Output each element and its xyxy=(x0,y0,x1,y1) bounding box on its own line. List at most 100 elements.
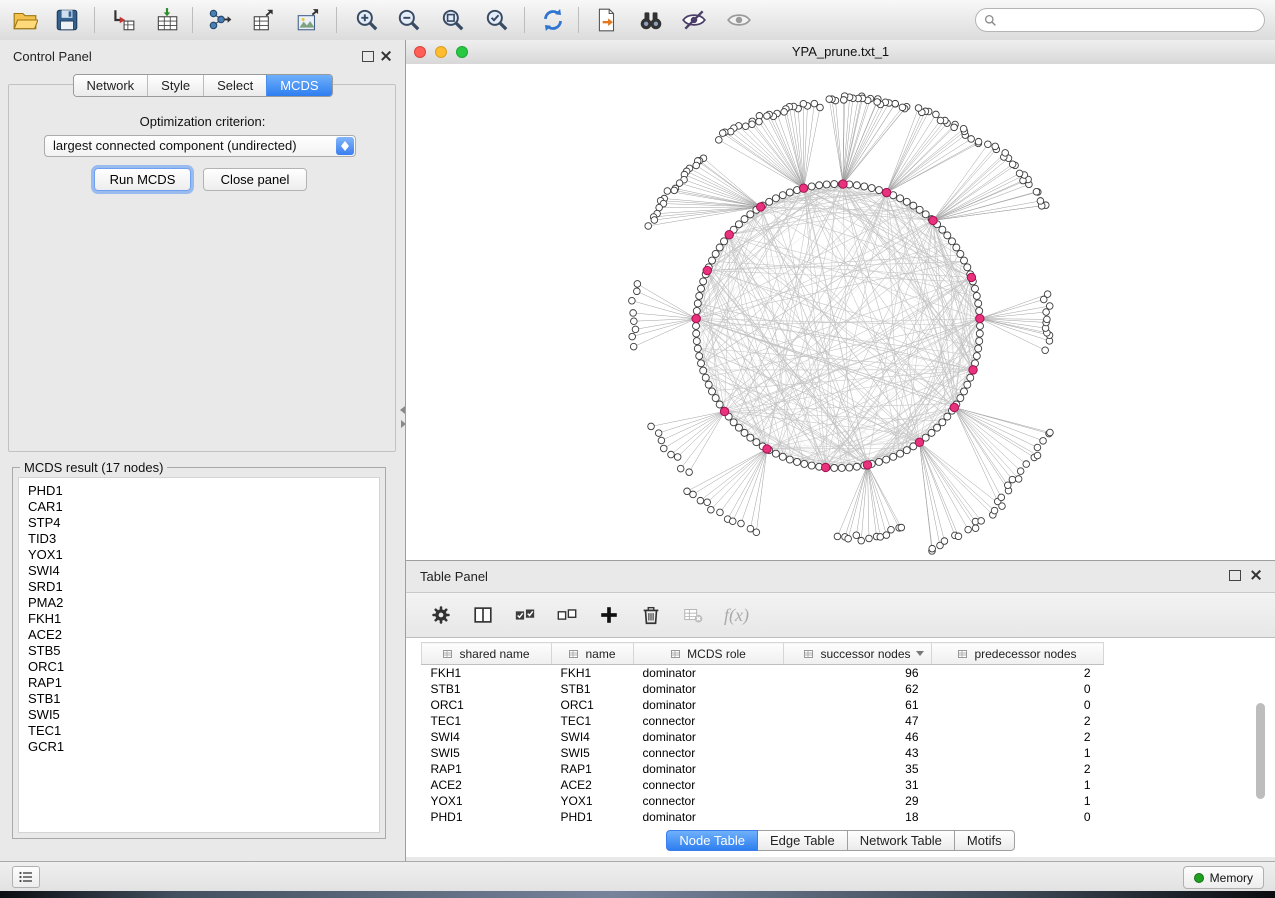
zoom-out-button[interactable] xyxy=(390,3,428,37)
task-history-button[interactable] xyxy=(12,866,40,888)
table-row[interactable]: YOX1YOX1connector291 xyxy=(422,793,1253,809)
table-bottom-tabs: Node Table Edge Table Network Table Moti… xyxy=(406,830,1275,851)
column-menu-icon xyxy=(958,649,969,659)
table-row[interactable]: ACE2ACE2connector311 xyxy=(422,777,1253,793)
save-session-button[interactable] xyxy=(48,3,86,37)
save-icon xyxy=(54,7,80,33)
export-table-button[interactable] xyxy=(245,3,283,37)
table-settings-button[interactable] xyxy=(428,602,454,628)
show-graphics-details-button[interactable] xyxy=(720,3,758,37)
tab-node-table[interactable]: Node Table xyxy=(666,830,758,851)
column-successor-nodes[interactable]: successor nodes xyxy=(784,643,932,665)
mcds-node-item[interactable]: TID3 xyxy=(28,531,379,547)
mcds-node-item[interactable]: STB1 xyxy=(28,691,379,707)
table-row[interactable]: TEC1TEC1connector472 xyxy=(422,713,1253,729)
column-menu-icon xyxy=(671,649,682,659)
zoom-fit-button[interactable] xyxy=(434,3,472,37)
table-row[interactable]: PHD1PHD1dominator180 xyxy=(422,809,1253,825)
close-panel-button[interactable]: Close panel xyxy=(203,168,307,191)
table-row[interactable]: STB1STB1dominator620 xyxy=(422,681,1253,697)
float-panel-icon[interactable] xyxy=(362,51,374,62)
column-name[interactable]: name xyxy=(552,643,634,665)
column-mcds-role[interactable]: MCDS role xyxy=(634,643,784,665)
node-table-body: FKH1FKH1dominator962STB1STB1dominator620… xyxy=(422,665,1253,826)
node-table: shared name name MCDS role successor nod… xyxy=(421,642,1252,825)
mcds-node-item[interactable]: PHD1 xyxy=(28,483,379,499)
search-input[interactable] xyxy=(997,9,1264,31)
mcds-node-item[interactable]: SRD1 xyxy=(28,579,379,595)
unselect-all-button[interactable] xyxy=(554,602,580,628)
table-scrollbar-thumb[interactable] xyxy=(1256,703,1265,799)
column-menu-icon xyxy=(804,649,815,659)
delete-column-button[interactable] xyxy=(638,602,664,628)
open-session-button[interactable] xyxy=(6,3,44,37)
trash-icon xyxy=(640,604,662,626)
tab-motifs[interactable]: Motifs xyxy=(955,830,1015,851)
tab-edge-table[interactable]: Edge Table xyxy=(758,830,848,851)
search-network-button[interactable] xyxy=(632,3,670,37)
table-row[interactable]: SWI4SWI4dominator462 xyxy=(422,729,1253,745)
mcds-node-item[interactable]: SWI5 xyxy=(28,707,379,723)
plus-icon xyxy=(598,604,620,626)
tab-select[interactable]: Select xyxy=(203,75,266,96)
control-panel-tabs: Network Style Select MCDS xyxy=(72,74,332,97)
zoom-selected-button[interactable] xyxy=(478,3,516,37)
zoom-in-button[interactable] xyxy=(348,3,386,37)
mcds-node-item[interactable]: PMA2 xyxy=(28,595,379,611)
tab-mcds[interactable]: MCDS xyxy=(266,75,331,96)
table-row[interactable]: ORC1ORC1dominator610 xyxy=(422,697,1253,713)
column-predecessor-nodes[interactable]: predecessor nodes xyxy=(932,643,1104,665)
sort-chevron-icon xyxy=(916,651,924,656)
criterion-select-value: largest connected component (undirected) xyxy=(53,138,297,153)
toolbar-separator xyxy=(94,7,95,33)
run-mcds-button[interactable]: Run MCDS xyxy=(94,168,191,191)
mcds-node-item[interactable]: ACE2 xyxy=(28,627,379,643)
apply-layout-button[interactable] xyxy=(534,3,572,37)
toolbar-separator xyxy=(336,7,337,33)
import-network-icon xyxy=(110,7,136,33)
mcds-node-item[interactable]: STP4 xyxy=(28,515,379,531)
tab-network[interactable]: Network xyxy=(73,75,147,96)
mcds-node-item[interactable]: TEC1 xyxy=(28,723,379,739)
tab-network-table[interactable]: Network Table xyxy=(848,830,955,851)
criterion-select[interactable]: largest connected component (undirected) xyxy=(44,135,356,157)
memory-button[interactable]: Memory xyxy=(1183,866,1264,889)
toolbar-separator xyxy=(578,7,579,33)
close-table-panel-icon[interactable] xyxy=(1250,569,1261,580)
mcds-node-item[interactable]: YOX1 xyxy=(28,547,379,563)
mcds-node-item[interactable]: ORC1 xyxy=(28,659,379,675)
select-all-icon xyxy=(514,604,536,626)
column-shared-name[interactable]: shared name xyxy=(422,643,552,665)
export-image-icon xyxy=(295,7,321,33)
mcds-node-item[interactable]: RAP1 xyxy=(28,675,379,691)
network-canvas[interactable] xyxy=(406,64,1275,561)
toolbar-separator xyxy=(192,7,193,33)
export-document-button[interactable] xyxy=(588,3,626,37)
mcds-node-item[interactable]: STB5 xyxy=(28,643,379,659)
import-network-button[interactable] xyxy=(104,3,142,37)
table-panel-title: Table Panel xyxy=(420,569,488,584)
add-column-button[interactable] xyxy=(596,602,622,628)
table-row[interactable]: RAP1RAP1dominator352 xyxy=(422,761,1253,777)
desktop-background xyxy=(0,891,1275,898)
mcds-node-item[interactable]: SWI4 xyxy=(28,563,379,579)
table-row[interactable]: SWI5SWI5connector431 xyxy=(422,745,1253,761)
float-table-panel-icon[interactable] xyxy=(1229,570,1241,581)
mcds-node-item[interactable]: FKH1 xyxy=(28,611,379,627)
memory-status-icon xyxy=(1194,873,1204,883)
export-network-button[interactable] xyxy=(201,3,239,37)
tab-style[interactable]: Style xyxy=(147,75,203,96)
close-panel-icon[interactable] xyxy=(380,50,391,61)
mcds-node-item[interactable]: CAR1 xyxy=(28,499,379,515)
hide-graphics-details-button[interactable] xyxy=(675,3,713,37)
show-column-button[interactable] xyxy=(470,602,496,628)
import-table-button[interactable] xyxy=(148,3,186,37)
network-graph[interactable] xyxy=(406,64,1275,560)
export-image-button[interactable] xyxy=(289,3,327,37)
mcds-node-item[interactable]: GCR1 xyxy=(28,739,379,755)
select-all-button[interactable] xyxy=(512,602,538,628)
function-builder-button[interactable]: f(x) xyxy=(724,605,749,626)
column-menu-icon xyxy=(443,649,454,659)
delete-table-button[interactable] xyxy=(680,602,706,628)
table-row[interactable]: FKH1FKH1dominator962 xyxy=(422,665,1253,682)
